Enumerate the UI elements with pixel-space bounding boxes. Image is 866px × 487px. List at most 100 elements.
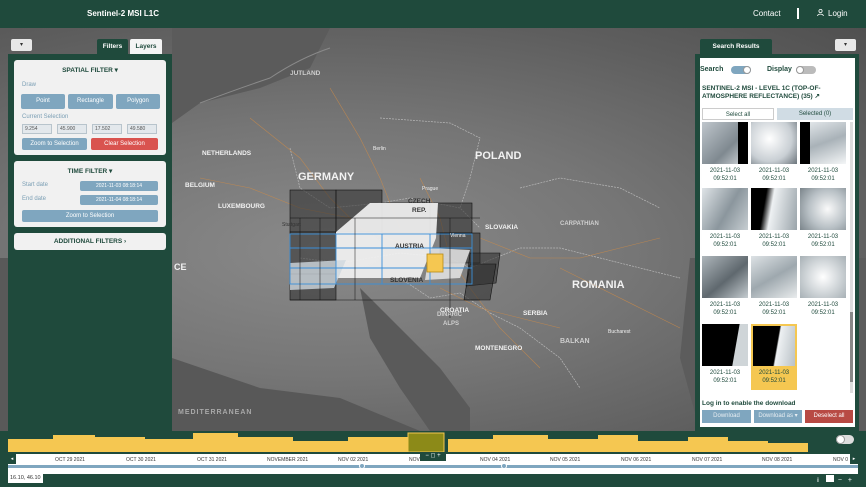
result-thumbnail[interactable]: 2021-11-03 09:52:01 xyxy=(702,188,748,254)
label-austria: AUSTRIA xyxy=(395,243,424,250)
timeline-range-handle-end[interactable] xyxy=(501,463,507,469)
download-as-button[interactable]: Download as ▾ xyxy=(754,410,802,423)
deselect-all-button[interactable]: Deselect all xyxy=(805,410,853,423)
left-collapse-button[interactable]: ▾ xyxy=(11,39,32,51)
info-icon[interactable]: i xyxy=(814,478,822,484)
timeline-toggle[interactable] xyxy=(836,435,854,444)
right-collapse-button[interactable]: ▾ xyxy=(835,39,856,51)
label-belgium: BELGIUM xyxy=(185,182,215,189)
layers-icon[interactable] xyxy=(825,475,834,482)
result-thumbnail[interactable]: 2021-11-03 09:52:01 xyxy=(751,122,797,188)
external-link-icon[interactable]: ↗ xyxy=(814,93,819,100)
label-alps: ALPS xyxy=(443,321,460,327)
timeline-tick: NOV 07 2021 xyxy=(692,457,723,463)
header-divider xyxy=(797,8,799,19)
label-slovakia: SLOVAKIA xyxy=(485,224,519,231)
thumbnail-image xyxy=(800,188,846,230)
end-date-input[interactable]: 2021-11-04 08:18:14 xyxy=(80,195,158,205)
zoom-in-icon[interactable]: + xyxy=(846,477,854,484)
thumbnail-time: 09:52:01 xyxy=(762,176,786,182)
thumbnail-date: 2021-11-03 xyxy=(709,234,741,240)
filters-panel: SPATIAL FILTER ▾ Draw Point Rectangle Po… xyxy=(8,54,172,431)
draw-rectangle-button[interactable]: Rectangle xyxy=(68,94,113,109)
app-title: Sentinel-2 MSI L1C xyxy=(87,9,160,18)
timeline-tick: NOV 02 2021 xyxy=(338,457,369,463)
results-content: Search Display SENTINEL-2 MSI - LEVEL 1C… xyxy=(700,58,855,427)
timeline-axis[interactable]: ◂ OCT 29 2021 OCT 30 2021 OCT 31 2021 NO… xyxy=(8,452,858,474)
selected-count-button[interactable]: Selected (0) xyxy=(777,108,853,120)
result-thumbnail[interactable]: 2021-11-03 09:52:01 xyxy=(702,324,748,390)
draw-polygon-button[interactable]: Polygon xyxy=(116,94,160,109)
tab-filters[interactable]: Filters xyxy=(97,39,128,55)
timeline-tick: NOV 08 2021 xyxy=(762,457,793,463)
clear-selection-button[interactable]: Clear Selection xyxy=(91,138,158,150)
thumbnail-grid: 2021-11-03 09:52:01 2021-11-03 09:52:01 20… xyxy=(700,122,850,393)
thumbnail-date: 2021-11-03 xyxy=(807,302,839,308)
timeline-tick: NOV 04 2021 xyxy=(480,457,511,463)
display-toggle[interactable] xyxy=(796,66,816,74)
thumbnail-image xyxy=(753,326,795,366)
thumbnail-time: 09:52:01 xyxy=(811,242,835,248)
tab-layers[interactable]: Layers xyxy=(130,39,162,55)
timeline-range-bar[interactable] xyxy=(8,465,858,468)
login-label: Login xyxy=(828,9,848,18)
login-link[interactable]: Login xyxy=(817,8,848,18)
download-button[interactable]: Download xyxy=(702,410,751,423)
coord-input-south[interactable]: 45.900 xyxy=(57,124,87,134)
coord-input-west[interactable]: 9.254 xyxy=(22,124,52,134)
collection-title: SENTINEL-2 MSI - LEVEL 1C (TOP-OF-ATMOSP… xyxy=(702,85,852,101)
result-thumbnail-highlighted[interactable]: 2021-11-03 09:52:01 xyxy=(751,324,797,390)
thumbnail-date: 2021-11-03 xyxy=(758,168,790,174)
select-all-button[interactable]: Select all xyxy=(702,108,774,120)
thumbnail-image xyxy=(800,122,846,164)
timeline-zoom-controls[interactable]: − ◻ + xyxy=(420,452,446,461)
result-thumbnail[interactable]: 2021-11-03 09:52:01 xyxy=(800,188,846,254)
time-zoom-to-selection-button[interactable]: Zoom to Selection xyxy=(22,210,158,222)
draw-point-button[interactable]: Point xyxy=(21,94,65,109)
top-bar: Sentinel-2 MSI L1C Contact Login xyxy=(0,0,866,28)
thumbnail-image xyxy=(751,188,797,230)
contact-link[interactable]: Contact xyxy=(753,9,781,18)
draw-label: Draw xyxy=(22,82,37,88)
thumbnail-image xyxy=(702,256,748,298)
coord-input-north[interactable]: 49.580 xyxy=(127,124,157,134)
spatial-filter-title[interactable]: SPATIAL FILTER ▾ xyxy=(14,66,166,74)
thumbnail-time: 09:52:01 xyxy=(713,310,737,316)
zoom-to-selection-button[interactable]: Zoom to Selection xyxy=(22,138,87,150)
coord-input-east[interactable]: 17.502 xyxy=(92,124,122,134)
timeline-prev-button[interactable]: ◂ xyxy=(8,454,16,464)
thumbnail-time: 09:52:01 xyxy=(713,242,737,248)
label-balkan: BALKAN xyxy=(560,338,590,345)
search-toggle[interactable] xyxy=(731,66,751,74)
cursor-coordinates: 16.10, 46.10 xyxy=(8,474,43,483)
label-mediterranean: MEDITERRANEAN xyxy=(178,409,253,416)
thumbnail-time: 09:52:01 xyxy=(713,176,737,182)
result-thumbnail[interactable]: 2021-11-03 09:52:01 xyxy=(800,256,846,322)
label-dinaric: DINARIC xyxy=(437,312,462,318)
zoom-out-icon[interactable]: − xyxy=(836,477,844,484)
tab-search-results[interactable]: Search Results xyxy=(700,39,772,55)
end-date-label: End date xyxy=(22,196,47,202)
result-thumbnail[interactable]: 2021-11-03 09:52:01 xyxy=(751,188,797,254)
label-serbia: SERBIA xyxy=(523,310,548,317)
result-thumbnail[interactable]: 2021-11-03 09:52:01 xyxy=(702,122,748,188)
additional-filters-card[interactable]: ADDITIONAL FILTERS › xyxy=(14,233,166,250)
results-scrollbar[interactable] xyxy=(850,122,853,393)
timeline-range-handle-start[interactable] xyxy=(359,463,365,469)
result-thumbnail[interactable]: 2021-11-03 09:52:01 xyxy=(800,122,846,188)
start-date-label: Start date xyxy=(22,182,49,188)
result-thumbnail[interactable]: 2021-11-03 09:52:01 xyxy=(751,256,797,322)
label-slovenia: SLOVENIA xyxy=(390,277,424,284)
thumbnail-time: 09:52:01 xyxy=(811,310,835,316)
timeline-selection[interactable] xyxy=(407,432,445,452)
thumbnail-date: 2021-11-03 xyxy=(709,302,741,308)
timeline[interactable]: ◂ OCT 29 2021 OCT 30 2021 OCT 31 2021 NO… xyxy=(0,431,866,487)
thumbnail-time: 09:52:01 xyxy=(762,378,786,384)
timeline-next-button[interactable]: ▸ xyxy=(850,454,858,464)
time-filter-title[interactable]: TIME FILTER ▾ xyxy=(14,167,166,175)
result-thumbnail[interactable]: 2021-11-03 09:52:01 xyxy=(702,256,748,322)
display-toggle-label: Display xyxy=(767,66,792,73)
thumbnail-image xyxy=(702,324,748,366)
additional-filters-title: ADDITIONAL FILTERS › xyxy=(53,238,127,245)
start-date-input[interactable]: 2021-11-03 08:18:14 xyxy=(80,181,158,191)
